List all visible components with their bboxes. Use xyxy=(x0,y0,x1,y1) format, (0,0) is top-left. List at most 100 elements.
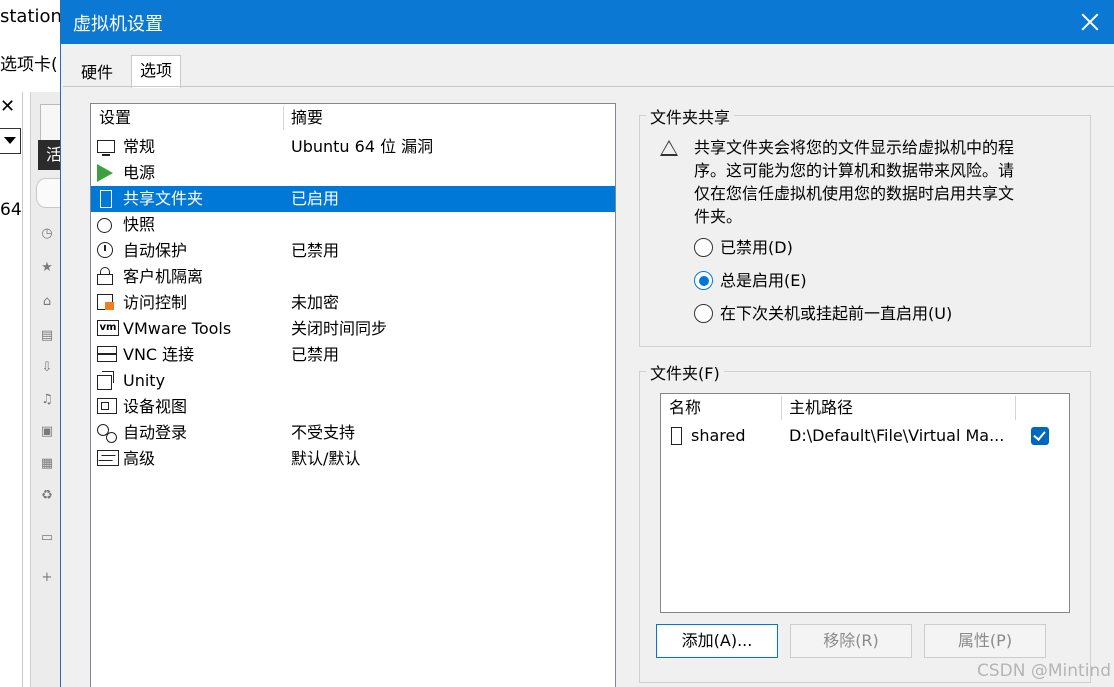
settings-item-label: 常规 xyxy=(123,137,156,156)
settings-item-summary: 不受支持 xyxy=(291,423,356,442)
radio-button[interactable] xyxy=(694,304,713,323)
power-play-icon xyxy=(97,164,113,182)
access-control-icon xyxy=(97,294,114,310)
background-dropdown[interactable] xyxy=(0,128,21,154)
settings-item-autoprotect[interactable]: 自动保护 已禁用 xyxy=(91,238,615,264)
column-separator[interactable] xyxy=(781,396,782,420)
tab-options[interactable]: 选项 xyxy=(131,55,182,88)
settings-item-label: 设备视图 xyxy=(123,397,188,416)
tab-hardware[interactable]: 硬件 xyxy=(73,58,121,88)
settings-item-label: 客户机隔离 xyxy=(123,267,204,286)
snapshot-icon xyxy=(97,218,112,233)
background-search-field[interactable] xyxy=(36,178,62,208)
radio-button[interactable] xyxy=(694,238,713,257)
column-header-summary[interactable]: 摘要 xyxy=(291,104,323,132)
folder-properties-button[interactable]: 属性(P) xyxy=(924,624,1046,658)
settings-item-summary: 默认/默认 xyxy=(291,449,361,468)
background-window-title: station xyxy=(0,6,62,27)
settings-item-summary: 已启用 xyxy=(291,189,340,208)
settings-item-power[interactable]: 电源 xyxy=(91,160,615,186)
settings-item-summary: 未加密 xyxy=(291,293,340,312)
background-divider xyxy=(22,92,23,687)
picture-icon[interactable]: ▣ xyxy=(38,424,56,439)
plus-icon[interactable]: + xyxy=(38,570,56,585)
settings-item-vmware-tools[interactable]: vm VMware Tools 关闭时间同步 xyxy=(91,316,615,342)
folders-group: 文件夹(F) 名称 主机路径 shared D:\Default\File\Vi… xyxy=(639,360,1091,683)
settings-item-advanced[interactable]: 高级 默认/默认 xyxy=(91,446,615,472)
settings-item-shared-folders[interactable]: 共享文件夹 已启用 xyxy=(91,186,615,212)
folder-icon xyxy=(671,427,682,445)
column-separator[interactable] xyxy=(1015,396,1016,420)
settings-item-autologin[interactable]: 自动登录 不受支持 xyxy=(91,420,615,446)
music-icon[interactable]: ♫ xyxy=(38,392,56,407)
unity-icon xyxy=(97,371,114,390)
settings-item-summary: Ubuntu 64 位 漏洞 xyxy=(291,137,434,156)
watermark: CSDN @Mintind xyxy=(977,661,1111,681)
radio-label[interactable]: 总是启用(E) xyxy=(720,269,807,293)
settings-item-label: 访问控制 xyxy=(123,293,188,312)
vm-settings-dialog: 虚拟机设置 硬件 选项 设置 摘要 常规 Ubuntu 64 位 漏洞 电源 共… xyxy=(60,0,1114,687)
settings-item-label: 电源 xyxy=(123,163,156,182)
monitor-icon xyxy=(97,140,115,156)
star-icon[interactable]: ★ xyxy=(38,260,56,275)
users-icon xyxy=(97,424,117,443)
video-icon[interactable]: ▦ xyxy=(38,456,56,471)
settings-item-label: Unity xyxy=(123,371,166,390)
column-header-setting[interactable]: 设置 xyxy=(99,104,131,132)
folder-name: shared xyxy=(691,426,746,445)
settings-item-access-control[interactable]: 访问控制 未加密 xyxy=(91,290,615,316)
settings-item-snapshots[interactable]: 快照 xyxy=(91,212,615,238)
column-header-host-path[interactable]: 主机路径 xyxy=(789,394,853,422)
settings-item-summary: 已禁用 xyxy=(291,241,340,260)
clock-icon xyxy=(97,242,113,258)
dialog-title: 虚拟机设置 xyxy=(73,14,163,35)
advanced-wave-icon xyxy=(97,450,119,466)
settings-item-label: VNC 连接 xyxy=(123,345,195,364)
background-menu-item[interactable]: 选项卡( xyxy=(0,50,58,75)
home-icon[interactable]: ⌂ xyxy=(38,294,56,309)
background-close-icon[interactable]: ✕ xyxy=(0,96,15,117)
folder-enabled-checkbox[interactable] xyxy=(1031,427,1049,445)
settings-item-unity[interactable]: Unity xyxy=(91,368,615,394)
device-view-icon xyxy=(97,398,117,414)
warning-text: 共享文件夹会将您的文件显示给虚拟机中的程序。这可能为您的计算机和数据带来风险。请… xyxy=(694,138,1015,226)
shared-folder-icon xyxy=(100,190,112,208)
remove-folder-button[interactable]: 移除(R) xyxy=(790,624,912,658)
dialog-titlebar[interactable]: 虚拟机设置 xyxy=(61,0,1114,44)
settings-item-label: 共享文件夹 xyxy=(123,189,204,208)
settings-list[interactable]: 设置 摘要 常规 Ubuntu 64 位 漏洞 电源 共享文件夹 已启用 快照 … xyxy=(90,103,616,687)
vnc-icon xyxy=(97,346,117,362)
document-icon[interactable]: ▤ xyxy=(38,328,56,343)
folders-title: 文件夹(F) xyxy=(646,360,724,384)
settings-item-device-view[interactable]: 设备视图 xyxy=(91,394,615,420)
folders-table[interactable]: 名称 主机路径 shared D:\Default\File\Virtual M… xyxy=(660,393,1070,613)
background-number-text: 64 xyxy=(0,200,22,220)
add-folder-button[interactable]: 添加(A)... xyxy=(656,624,778,658)
column-header-name[interactable]: 名称 xyxy=(669,394,701,422)
radio-button[interactable] xyxy=(694,271,713,290)
settings-item-label: VMware Tools xyxy=(123,319,232,338)
column-separator[interactable] xyxy=(283,106,284,130)
radio-label[interactable]: 已禁用(D) xyxy=(720,236,793,260)
folder-sharing-group: 文件夹共享 共享文件夹会将您的文件显示给虚拟机中的程序。这可能为您的计算机和数据… xyxy=(639,104,1091,347)
settings-item-guest-isolation[interactable]: 客户机隔离 xyxy=(91,264,615,290)
settings-item-vnc[interactable]: VNC 连接 已禁用 xyxy=(91,342,615,368)
settings-item-label: 自动保护 xyxy=(123,241,188,260)
table-row[interactable]: shared D:\Default\File\Virtual Ma... xyxy=(661,422,1069,450)
warning-icon xyxy=(660,140,678,156)
background-dark-tab[interactable]: 活 xyxy=(38,140,62,170)
close-icon[interactable] xyxy=(1077,8,1105,36)
history-icon[interactable]: ◷ xyxy=(38,226,56,241)
settings-item-summary: 已禁用 xyxy=(291,345,340,364)
disk-icon[interactable]: ▭ xyxy=(38,530,56,545)
folder-sharing-title: 文件夹共享 xyxy=(646,104,735,128)
settings-item-label: 自动登录 xyxy=(123,423,188,442)
settings-item-label: 快照 xyxy=(123,215,156,234)
lock-icon xyxy=(97,267,113,285)
settings-item-summary: 关闭时间同步 xyxy=(291,319,388,338)
radio-label[interactable]: 在下次关机或挂起前一直启用(U) xyxy=(720,302,952,326)
folder-host-path: D:\Default\File\Virtual Ma... xyxy=(789,426,1005,445)
recycle-icon[interactable]: ♻ xyxy=(38,488,56,503)
download-icon[interactable]: ⇩ xyxy=(38,360,56,375)
settings-item-general[interactable]: 常规 Ubuntu 64 位 漏洞 xyxy=(91,134,615,160)
